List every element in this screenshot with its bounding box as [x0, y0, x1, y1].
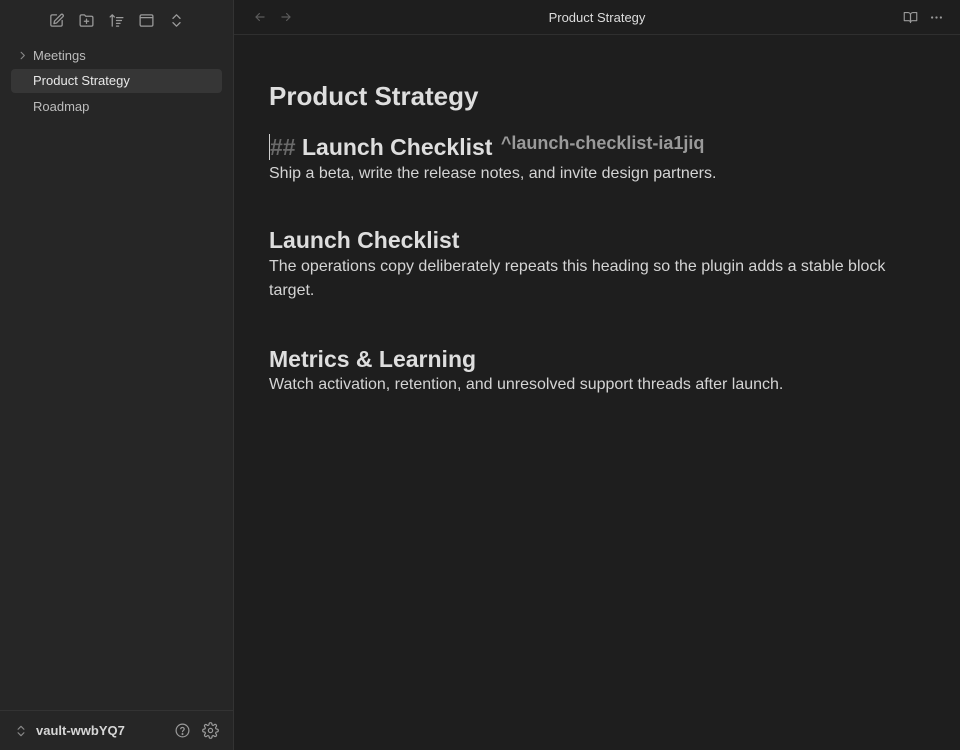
- heading-launch-checklist[interactable]: Launch Checklist: [269, 226, 926, 255]
- view-title: Product Strategy: [548, 9, 646, 25]
- vault-switcher[interactable]: vault-wwbYQ7: [14, 723, 165, 738]
- view-actions: [902, 9, 960, 25]
- editor[interactable]: Product Strategy ## Launch Checklist ^la…: [234, 35, 960, 750]
- file-tree: Meetings Product Strategy Roadmap: [0, 38, 233, 118]
- sidebar-footer: vault-wwbYQ7: [0, 710, 233, 750]
- sort-icon: [109, 13, 124, 27]
- help-icon: [175, 723, 189, 738]
- help-button[interactable]: [171, 720, 193, 742]
- nav-buttons: [234, 8, 295, 26]
- sort-button[interactable]: [107, 10, 127, 30]
- heading-metrics-learning[interactable]: Metrics & Learning: [269, 345, 926, 374]
- new-note-button[interactable]: [47, 10, 67, 30]
- block-id: ^launch-checklist-ia1jiq: [500, 133, 705, 154]
- tree-item-label: Roadmap: [33, 98, 90, 114]
- arrow-right-icon: [281, 12, 291, 22]
- expand-collapse-icon: [172, 13, 181, 27]
- chevron-up-down-icon: [17, 725, 25, 736]
- back-button[interactable]: [251, 8, 269, 26]
- tree-file-roadmap[interactable]: Roadmap: [11, 94, 222, 118]
- settings-button[interactable]: [199, 720, 221, 742]
- tree-item-label: Product Strategy: [33, 73, 130, 88]
- auto-reveal-icon: [139, 13, 154, 27]
- expand-collapse-button[interactable]: [167, 10, 187, 30]
- main-pane: Product Strategy Product Strategy ## Lau…: [234, 0, 960, 750]
- forward-button[interactable]: [277, 8, 295, 26]
- new-folder-button[interactable]: [77, 10, 97, 30]
- gear-icon: [201, 722, 219, 739]
- more-horizontal-icon: [930, 15, 942, 19]
- tree-file-product-strategy[interactable]: Product Strategy: [11, 68, 222, 93]
- new-note-icon: [50, 13, 64, 27]
- book-open-icon: [903, 11, 917, 23]
- auto-reveal-button[interactable]: [137, 10, 157, 30]
- arrow-left-icon: [255, 12, 265, 22]
- reading-view-button[interactable]: [902, 9, 918, 25]
- tree-item-label: Meetings: [33, 47, 86, 63]
- new-folder-icon: [79, 13, 94, 27]
- more-options-button[interactable]: [928, 9, 944, 25]
- heading-text: Launch Checklist: [301, 134, 493, 161]
- paragraph[interactable]: Ship a beta, write the release notes, an…: [269, 162, 926, 186]
- sidebar-toolbar: [0, 0, 233, 38]
- app-window: Meetings Product Strategy Roadmap vault-…: [0, 0, 960, 750]
- paragraph[interactable]: Watch activation, retention, and unresol…: [269, 373, 926, 397]
- heading-marker: ##: [270, 134, 296, 161]
- heading-launch-checklist-source[interactable]: ## Launch Checklist ^launch-checklist-ia…: [269, 132, 926, 162]
- note-title[interactable]: Product Strategy: [269, 81, 926, 112]
- sidebar: Meetings Product Strategy Roadmap vault-…: [0, 0, 234, 750]
- tree-folder-meetings[interactable]: Meetings: [11, 43, 222, 67]
- chevron-right-icon: [11, 50, 33, 61]
- paragraph[interactable]: The operations copy deliberately repeats…: [269, 255, 926, 303]
- view-header: Product Strategy: [234, 0, 960, 35]
- vault-name: vault-wwbYQ7: [36, 723, 125, 738]
